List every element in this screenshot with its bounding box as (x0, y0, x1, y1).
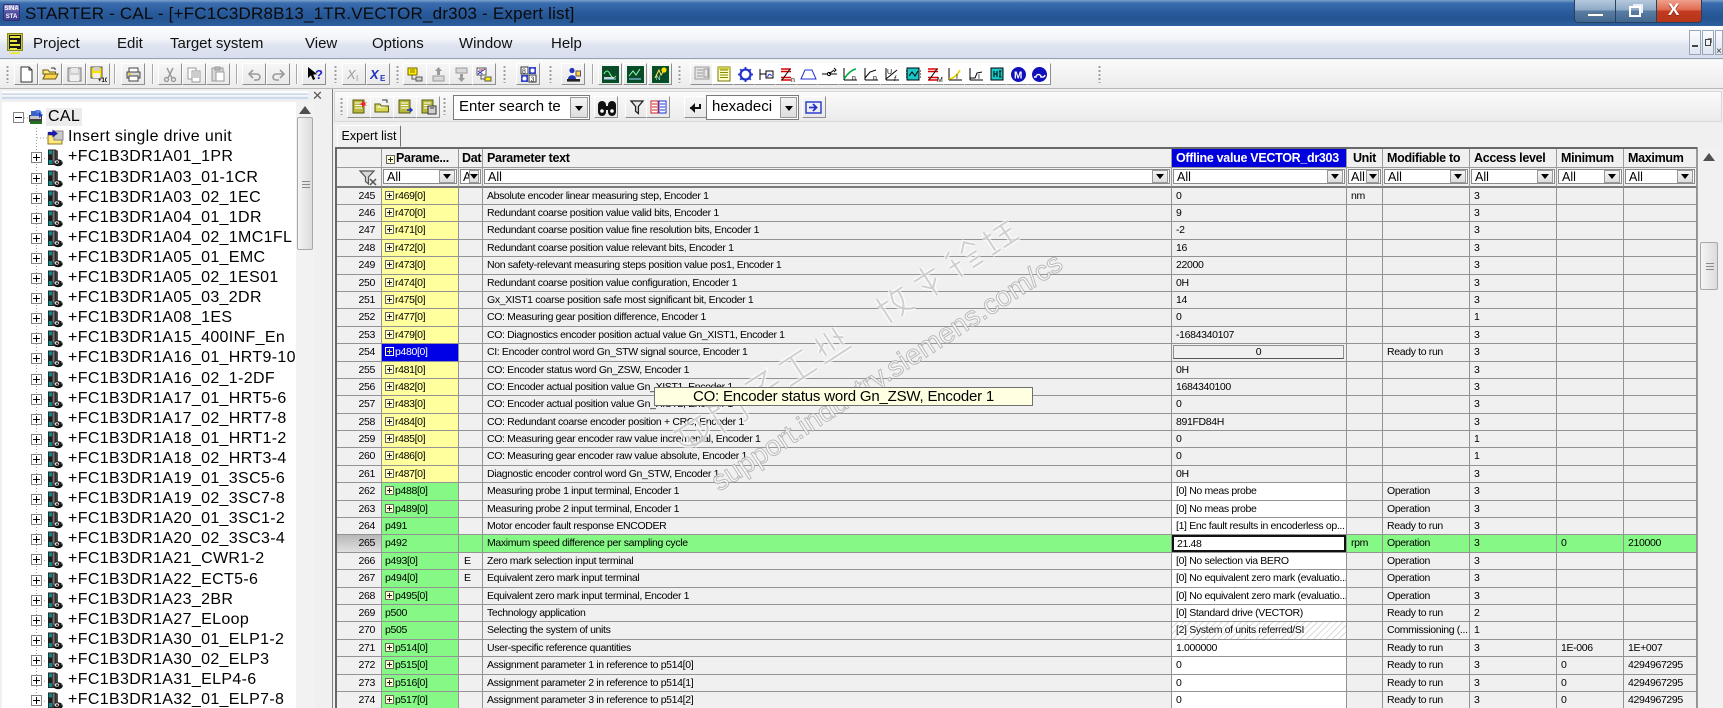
svg-text:E: E (380, 74, 386, 83)
svg-text:I: I (956, 74, 958, 81)
svg-text:?: ? (315, 67, 323, 82)
svg-text:n: n (873, 75, 877, 82)
svg-text:+10: +10 (98, 78, 107, 83)
svg-text:n: n (852, 75, 856, 82)
svg-text:I: I (356, 74, 358, 83)
svg-text:U: U (887, 69, 892, 76)
svg-text:I: I (978, 74, 980, 81)
svg-text:X: X (370, 67, 380, 82)
svg-text:n: n (791, 77, 795, 83)
svg-text:M: M (1014, 71, 1022, 82)
svg-text:8: 8 (522, 69, 526, 76)
svg-text:N: N (656, 76, 660, 82)
svg-text:3: 3 (531, 77, 535, 84)
